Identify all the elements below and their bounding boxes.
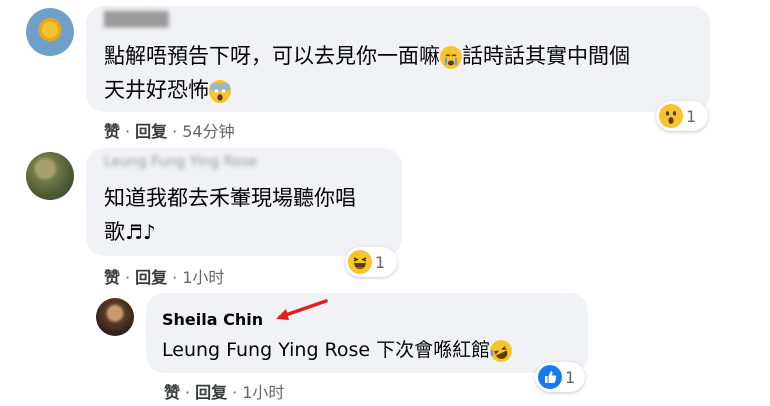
- comment-text-line2: 歌♬♪: [104, 220, 156, 244]
- comment-timestamp[interactable]: 1小时: [182, 268, 224, 287]
- reply-timestamp[interactable]: 1小时: [242, 383, 284, 402]
- music-note-icon: ♬♪: [125, 220, 156, 244]
- reaction-badge[interactable]: 1: [345, 247, 397, 277]
- rofl-emoji-icon: [490, 339, 513, 362]
- like-icon: [538, 365, 562, 389]
- like-button[interactable]: 赞: [164, 383, 180, 402]
- like-button[interactable]: 赞: [104, 268, 120, 287]
- comment-text: 點解唔預告下呀，可以去見你一面嘛 話時話其實中間個: [104, 44, 630, 69]
- reaction-badge[interactable]: 1: [535, 362, 585, 392]
- reply-text: Leung Fung Ying Rose 下次會喺紅館: [162, 333, 513, 367]
- reply-button[interactable]: 回复: [195, 383, 227, 402]
- reply-button[interactable]: 回复: [135, 268, 167, 287]
- reply-button[interactable]: 回复: [135, 122, 167, 141]
- like-button[interactable]: 赞: [104, 122, 120, 141]
- reply-author[interactable]: Sheila Chin: [162, 310, 263, 329]
- red-arrow-annotation: [276, 299, 328, 320]
- reaction-badge[interactable]: 1: [656, 101, 708, 131]
- comment-actions: 赞 · 回复 · 1小时: [104, 268, 225, 287]
- comment-timestamp[interactable]: 54分钟: [182, 122, 234, 141]
- haha-emoji-icon: [348, 250, 372, 274]
- comment-bubble: Leung Fung Ying Rose 知道我都去禾輋現場聽你唱 歌♬♪: [86, 148, 402, 256]
- avatar[interactable]: [26, 152, 74, 200]
- reply-bubble: Sheila Chin Leung Fung Ying Rose 下次會喺紅館: [146, 293, 588, 373]
- comment-text: 知道我都去禾輋現場聽你唱: [104, 186, 356, 210]
- wow-emoji-icon: [659, 104, 683, 128]
- comment-bubble: ██████ 點解唔預告下呀，可以去見你一面嘛 話時話其實中間個 天井好恐怖: [86, 6, 710, 112]
- avatar[interactable]: [26, 8, 74, 56]
- reply-actions: 赞 · 回复 · 1小时: [164, 383, 285, 402]
- comment-author[interactable]: Leung Fung Ying Rose: [104, 154, 257, 170]
- comment-author[interactable]: ██████: [104, 12, 169, 28]
- crying-emoji-icon: [440, 46, 462, 69]
- comment-text-line2: 天井好恐怖: [104, 73, 231, 107]
- reaction-count: 1: [565, 367, 576, 387]
- reaction-count: 1: [686, 106, 697, 126]
- scream-emoji-icon: [209, 80, 231, 103]
- avatar[interactable]: [96, 298, 134, 336]
- reaction-count: 1: [375, 252, 386, 272]
- comment-actions: 赞 · 回复 · 54分钟: [104, 122, 235, 141]
